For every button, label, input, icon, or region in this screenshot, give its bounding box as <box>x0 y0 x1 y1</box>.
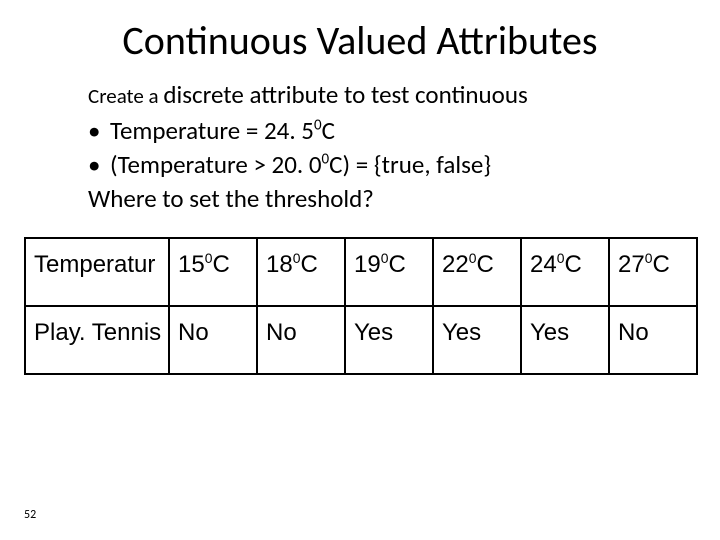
row2-c1: No <box>169 306 257 374</box>
bullet-list: Temperature = 24. 50C (Temperature > 20.… <box>88 115 650 181</box>
bullet-2-deg: 0 <box>322 151 330 169</box>
bullet-2: (Temperature > 20. 00C) = {true, false} <box>88 149 650 181</box>
r1c6-u: C <box>652 251 669 278</box>
bullet-2-pre: (Temperature > 20. 0 <box>110 149 322 180</box>
lead-rest: discrete attribute to test continuous <box>163 79 527 110</box>
row1-c5: 240C <box>521 238 609 306</box>
row1-c6: 270C <box>609 238 697 306</box>
row1-c4: 220C <box>433 238 521 306</box>
row2-c2: No <box>257 306 345 374</box>
row1-c3: 190C <box>345 238 433 306</box>
r1c3-u: C <box>388 251 405 278</box>
row1-c1: 150C <box>169 238 257 306</box>
r1c1-u: C <box>212 251 229 278</box>
bullet-1: Temperature = 24. 50C <box>88 115 650 147</box>
lead-line: Create a discrete attribute to test cont… <box>88 79 650 111</box>
r1c2-u: C <box>300 251 317 278</box>
r1c4-n: 22 <box>442 251 469 278</box>
r1c4-u: C <box>476 251 493 278</box>
bullet-1-pre: Temperature = 24. 5 <box>110 115 314 146</box>
r1c2-n: 18 <box>266 251 293 278</box>
where-line: Where to set the threshold? <box>88 183 650 215</box>
bullet-1-suf: C <box>322 115 335 146</box>
row2-c6: No <box>609 306 697 374</box>
row1-label: Temperatur <box>25 238 169 306</box>
lead-prefix: Create a <box>88 83 163 109</box>
table-row: Temperatur 150C 180C 190C 220C 240C 270C <box>25 238 697 306</box>
r1c3-n: 19 <box>354 251 381 278</box>
r1c6-n: 27 <box>618 251 645 278</box>
r1c5-u: C <box>564 251 581 278</box>
row2-c3: Yes <box>345 306 433 374</box>
row1-c2: 180C <box>257 238 345 306</box>
table-row: Play. Tennis No No Yes Yes Yes No <box>25 306 697 374</box>
table-wrap: Temperatur 150C 180C 190C 220C 240C 270C… <box>24 237 696 375</box>
data-table: Temperatur 150C 180C 190C 220C 240C 270C… <box>24 237 698 375</box>
bullet-1-deg: 0 <box>314 117 322 135</box>
slide-body: Create a discrete attribute to test cont… <box>0 65 720 215</box>
r1c1-n: 15 <box>178 251 205 278</box>
r1c5-n: 24 <box>530 251 557 278</box>
slide: Continuous Valued Attributes Create a di… <box>0 0 720 540</box>
row2-c5: Yes <box>521 306 609 374</box>
row2-c4: Yes <box>433 306 521 374</box>
slide-title: Continuous Valued Attributes <box>0 0 720 65</box>
page-number: 52 <box>24 508 36 522</box>
bullet-2-suf: C) = {true, false} <box>329 149 491 180</box>
row2-label: Play. Tennis <box>25 306 169 374</box>
